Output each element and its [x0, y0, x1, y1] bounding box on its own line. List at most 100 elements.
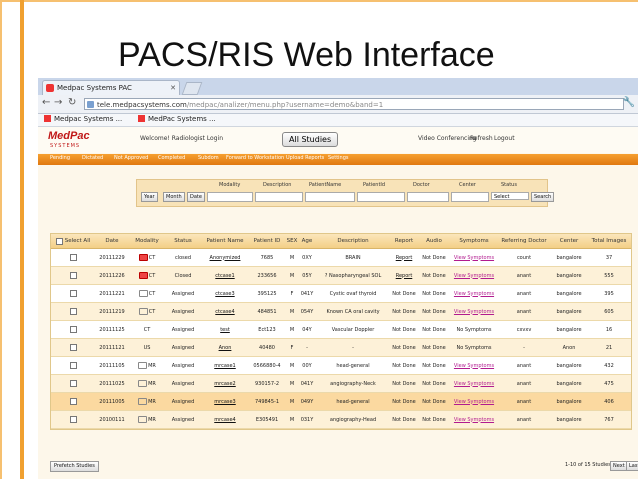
col-modality[interactable]: Modality: [131, 234, 163, 248]
forward-icon[interactable]: →: [54, 97, 62, 108]
row-checkbox[interactable]: [69, 272, 77, 279]
back-icon[interactable]: ←: [42, 97, 50, 108]
report-text: Not Done: [392, 380, 416, 387]
patient-name-link[interactable]: Anonymized: [210, 255, 241, 261]
patient-name-link[interactable]: mrcase1: [214, 363, 236, 369]
table-row[interactable]: 20111125 CT Assigned test Ect123 M 04Y Vascular…: [51, 321, 631, 339]
col-center[interactable]: Center: [551, 234, 587, 248]
menu-dictated[interactable]: Dictated: [82, 155, 103, 161]
table-row[interactable]: 20111025 MR Assigned mrcase2 930157-2 M 041Y an…: [51, 375, 631, 393]
table-row[interactable]: 20111105 MR Assigned mrcase1 0566880-4 M 00Y he…: [51, 357, 631, 375]
table-row[interactable]: 20111219 CT Assigned ctcase4 484851 M 054Y Know…: [51, 303, 631, 321]
col-patient-id[interactable]: Patient ID: [249, 234, 285, 248]
report-link[interactable]: Report: [396, 273, 413, 279]
browser-tab-1[interactable]: Medpac Systems PAC ✕: [42, 80, 180, 95]
menu-forward-workstation[interactable]: Forward to Workstation: [226, 155, 284, 161]
row-checkbox[interactable]: [69, 254, 77, 261]
menu-not-approved[interactable]: Not Approved: [114, 155, 148, 161]
all-studies-button[interactable]: All Studies: [282, 132, 339, 147]
select-all-checkbox[interactable]: [55, 237, 63, 245]
menu-completed[interactable]: Completed: [158, 155, 185, 161]
table-row[interactable]: 20111221 CT Assigned ctcase3 395125 F 041Y Cyst…: [51, 285, 631, 303]
logout-link[interactable]: Logout: [494, 135, 515, 142]
col-audio[interactable]: Audio: [419, 234, 449, 248]
bookmark-item[interactable]: Medpac Systems ...: [44, 115, 122, 123]
patientname-input[interactable]: [305, 192, 355, 202]
view-symptoms-link[interactable]: View Symptoms: [454, 417, 494, 423]
cell-report: Not Done: [391, 357, 417, 374]
close-icon[interactable]: ✕: [170, 81, 176, 95]
col-report[interactable]: Report: [391, 234, 417, 248]
menu-subdom[interactable]: Subdom: [198, 155, 219, 161]
row-checkbox[interactable]: [69, 362, 77, 369]
patient-name-link[interactable]: ctcase3: [215, 291, 234, 297]
year-button[interactable]: Year: [141, 192, 158, 202]
doctor-input[interactable]: [407, 192, 449, 202]
col-description[interactable]: Description: [317, 234, 389, 248]
patient-name-link[interactable]: mrcase3: [214, 399, 236, 405]
center-input[interactable]: [451, 192, 489, 202]
table-row[interactable]: 20111229 CT closed Anonymized 7685 M 0XY BRAIN R…: [51, 249, 631, 267]
table-row[interactable]: 20111005 MR Assigned mrcase3 749845-1 M 049Y he…: [51, 393, 631, 411]
video-conferencing-link[interactable]: Video Conferencing: [418, 135, 477, 142]
images-text: 16: [605, 326, 613, 333]
wrench-icon[interactable]: 🔧: [623, 97, 635, 108]
report-link[interactable]: Report: [396, 255, 413, 261]
patient-name-link[interactable]: mrcase2: [214, 381, 236, 387]
patient-name-link[interactable]: ctcase1: [215, 273, 234, 279]
row-checkbox[interactable]: [69, 416, 77, 423]
menu-pending[interactable]: Pending: [50, 155, 70, 161]
search-button[interactable]: Search: [531, 192, 555, 202]
row-checkbox[interactable]: [69, 344, 77, 351]
cell-audio: Not Done: [419, 249, 449, 266]
patientid-input[interactable]: [357, 192, 405, 202]
menu-upload-reports[interactable]: Upload Reports: [286, 155, 324, 161]
cell-ref: anant: [499, 357, 549, 374]
col-status[interactable]: Status: [165, 234, 201, 248]
table-row[interactable]: 20111121 US Assigned Anon 40480 F - - Not Done No…: [51, 339, 631, 357]
col-symptoms[interactable]: Symptoms: [451, 234, 497, 248]
view-symptoms-link[interactable]: View Symptoms: [454, 363, 494, 369]
next-button[interactable]: Next: [610, 461, 628, 471]
menu-settings[interactable]: Settings: [328, 155, 349, 161]
patient-name-link[interactable]: ctcase4: [215, 309, 234, 315]
date-button[interactable]: Date: [187, 192, 205, 202]
col-sex[interactable]: SEX: [285, 234, 299, 248]
view-symptoms-link[interactable]: View Symptoms: [454, 273, 494, 279]
cell-center: bangalore: [551, 267, 587, 284]
status-select[interactable]: Select: [491, 192, 529, 200]
row-checkbox[interactable]: [69, 380, 77, 387]
col-age[interactable]: Age: [299, 234, 315, 248]
view-symptoms-link[interactable]: View Symptoms: [454, 255, 494, 261]
view-symptoms-link[interactable]: View Symptoms: [454, 381, 494, 387]
row-checkbox[interactable]: [69, 326, 77, 333]
cell-center: bangalore: [551, 285, 587, 302]
select-all-header[interactable]: Select All: [53, 234, 93, 248]
patient-name-link[interactable]: test: [220, 327, 230, 333]
row-checkbox[interactable]: [69, 308, 77, 315]
reload-icon[interactable]: ↻: [68, 97, 76, 108]
month-button[interactable]: Month: [163, 192, 185, 202]
new-tab-button[interactable]: [181, 82, 203, 95]
description-input[interactable]: [255, 192, 303, 202]
col-referring-doctor[interactable]: Referring Doctor: [499, 234, 549, 248]
view-symptoms-link[interactable]: View Symptoms: [454, 309, 494, 315]
col-total-images[interactable]: Total Images: [589, 234, 629, 248]
patient-name-link[interactable]: Anon: [219, 345, 232, 351]
col-patient-name[interactable]: Patient Name: [203, 234, 247, 248]
patient-name-link[interactable]: mrcase4: [214, 417, 236, 423]
cell-date: 20111121: [95, 339, 129, 356]
last-button[interactable]: Last: [626, 461, 638, 471]
table-row[interactable]: 20111226 CT Closed ctcase1 233656 M 05Y ? Nasop…: [51, 267, 631, 285]
prefetch-studies-button[interactable]: Prefetch Studies: [50, 461, 99, 472]
modality-input[interactable]: [207, 192, 253, 202]
col-date[interactable]: Date: [95, 234, 129, 248]
view-symptoms-link[interactable]: View Symptoms: [454, 291, 494, 297]
bookmark-item[interactable]: MedPac Systems ...: [138, 115, 216, 123]
row-checkbox[interactable]: [69, 290, 77, 297]
view-symptoms-link[interactable]: View Symptoms: [454, 399, 494, 405]
row-checkbox[interactable]: [69, 398, 77, 405]
table-row[interactable]: 20100111 MR Assigned mrcase4 E305491 M 031Y ang…: [51, 411, 631, 429]
refresh-link[interactable]: Refresh: [470, 135, 493, 142]
address-bar[interactable]: tele.medpacsystems.com/medpac/analizer/m…: [84, 98, 624, 110]
